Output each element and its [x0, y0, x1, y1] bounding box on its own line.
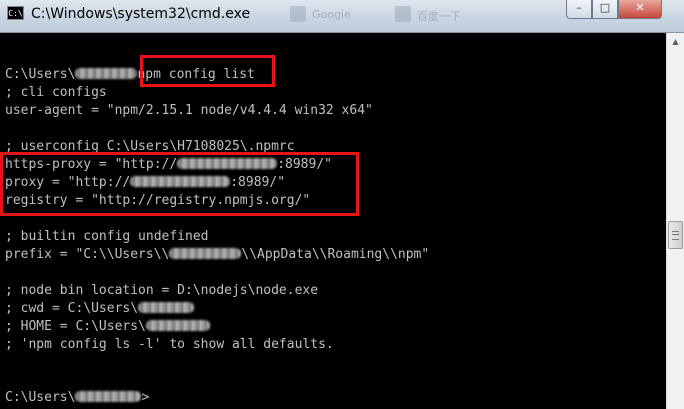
redacted-username — [145, 320, 210, 331]
minimize-button[interactable]: – — [566, 0, 592, 19]
proxy-settings-highlight-box — [0, 152, 359, 216]
scroll-up-arrow-icon[interactable]: ▲ — [667, 33, 684, 50]
ghost-tab-icon — [290, 6, 306, 22]
cwd-line: ; cwd = C:\Users\ — [5, 301, 195, 317]
cli-configs-line: ; cli configs — [5, 85, 107, 100]
window-title-bar[interactable]: C:\ C:\Windows\system32\cmd.exe Google 百… — [0, 0, 684, 33]
ghost-tab-google: Google — [312, 8, 351, 21]
prompt-path: C:\Users\ — [5, 67, 76, 82]
node-bin-location-line: ; node bin location = D:\nodejs\node.exe — [5, 283, 319, 298]
window-title: C:\Windows\system32\cmd.exe — [31, 6, 251, 22]
current-prompt-line[interactable]: C:\Users\ > — [5, 390, 149, 406]
redacted-username — [75, 391, 142, 402]
show-defaults-line: ; 'npm config ls -l' to show all default… — [5, 337, 334, 352]
vertical-scrollbar[interactable]: ▲ — [666, 33, 684, 409]
builtin-config-line: ; builtin config undefined — [5, 229, 209, 244]
cmd-app-icon[interactable]: C:\ — [7, 6, 24, 20]
user-agent-line: user-agent = "npm/2.15.1 node/v4.4.4 win… — [5, 103, 373, 118]
grip-icon — [672, 231, 679, 240]
scroll-thumb[interactable] — [668, 221, 683, 249]
redacted-username — [75, 68, 138, 79]
redacted-username — [138, 302, 195, 313]
ghost-tab-icon — [395, 6, 411, 22]
close-button[interactable]: ✕ — [618, 0, 662, 19]
home-line: ; HOME = C:\Users\ — [5, 319, 210, 335]
console-output[interactable]: C:\Users\ npm config list ; cli configs u… — [0, 33, 666, 409]
prefix-line: prefix = "C:\\Users\\ \\AppData\\Roaming\… — [5, 247, 430, 262]
ghost-tab-search: 百度一下 — [417, 10, 461, 23]
maximize-button[interactable]: □ — [592, 0, 618, 19]
redacted-username — [169, 248, 242, 259]
command-highlight-box — [140, 55, 275, 87]
